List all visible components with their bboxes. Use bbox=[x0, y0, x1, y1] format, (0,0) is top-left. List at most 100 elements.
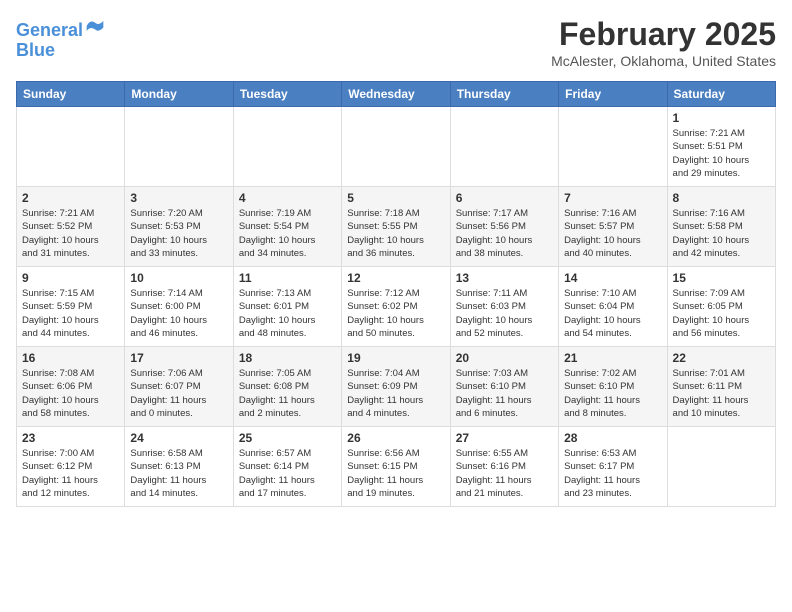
calendar-cell: 15 Sunrise: 7:09 AM Sunset: 6:05 PM Dayli… bbox=[667, 267, 775, 347]
day-number: 8 bbox=[673, 191, 770, 205]
calendar-cell bbox=[342, 107, 450, 187]
day-info: Sunrise: 7:10 AM Sunset: 6:04 PM Dayligh… bbox=[564, 287, 661, 340]
day-info: Sunrise: 7:21 AM Sunset: 5:52 PM Dayligh… bbox=[22, 207, 119, 260]
day-info: Sunrise: 7:06 AM Sunset: 6:07 PM Dayligh… bbox=[130, 367, 227, 420]
logo-text: General Blue bbox=[16, 16, 105, 61]
day-number: 6 bbox=[456, 191, 553, 205]
day-info: Sunrise: 7:03 AM Sunset: 6:10 PM Dayligh… bbox=[456, 367, 553, 420]
day-info: Sunrise: 6:56 AM Sunset: 6:15 PM Dayligh… bbox=[347, 447, 444, 500]
day-number: 16 bbox=[22, 351, 119, 365]
day-number: 11 bbox=[239, 271, 336, 285]
day-number: 2 bbox=[22, 191, 119, 205]
day-number: 23 bbox=[22, 431, 119, 445]
day-info: Sunrise: 6:58 AM Sunset: 6:13 PM Dayligh… bbox=[130, 447, 227, 500]
day-info: Sunrise: 7:17 AM Sunset: 5:56 PM Dayligh… bbox=[456, 207, 553, 260]
calendar-cell bbox=[450, 107, 558, 187]
day-header-wednesday: Wednesday bbox=[342, 82, 450, 107]
calendar-cell: 1 Sunrise: 7:21 AM Sunset: 5:51 PM Daylig… bbox=[667, 107, 775, 187]
day-header-tuesday: Tuesday bbox=[233, 82, 341, 107]
day-info: Sunrise: 7:18 AM Sunset: 5:55 PM Dayligh… bbox=[347, 207, 444, 260]
day-info: Sunrise: 7:16 AM Sunset: 5:58 PM Dayligh… bbox=[673, 207, 770, 260]
day-number: 13 bbox=[456, 271, 553, 285]
day-number: 18 bbox=[239, 351, 336, 365]
day-number: 20 bbox=[456, 351, 553, 365]
day-header-sunday: Sunday bbox=[17, 82, 125, 107]
calendar-cell: 16 Sunrise: 7:08 AM Sunset: 6:06 PM Dayli… bbox=[17, 347, 125, 427]
day-header-saturday: Saturday bbox=[667, 82, 775, 107]
calendar-cell: 4 Sunrise: 7:19 AM Sunset: 5:54 PM Daylig… bbox=[233, 187, 341, 267]
calendar-cell: 22 Sunrise: 7:01 AM Sunset: 6:11 PM Dayli… bbox=[667, 347, 775, 427]
day-number: 26 bbox=[347, 431, 444, 445]
calendar-cell bbox=[125, 107, 233, 187]
calendar-cell: 2 Sunrise: 7:21 AM Sunset: 5:52 PM Daylig… bbox=[17, 187, 125, 267]
day-number: 24 bbox=[130, 431, 227, 445]
day-number: 9 bbox=[22, 271, 119, 285]
day-info: Sunrise: 7:14 AM Sunset: 6:00 PM Dayligh… bbox=[130, 287, 227, 340]
calendar-cell: 10 Sunrise: 7:14 AM Sunset: 6:00 PM Dayli… bbox=[125, 267, 233, 347]
day-info: Sunrise: 7:21 AM Sunset: 5:51 PM Dayligh… bbox=[673, 127, 770, 180]
calendar-cell: 12 Sunrise: 7:12 AM Sunset: 6:02 PM Dayli… bbox=[342, 267, 450, 347]
day-info: Sunrise: 7:01 AM Sunset: 6:11 PM Dayligh… bbox=[673, 367, 770, 420]
day-number: 19 bbox=[347, 351, 444, 365]
calendar-table: SundayMondayTuesdayWednesdayThursdayFrid… bbox=[16, 81, 776, 507]
calendar-cell: 19 Sunrise: 7:04 AM Sunset: 6:09 PM Dayli… bbox=[342, 347, 450, 427]
day-number: 17 bbox=[130, 351, 227, 365]
calendar-cell: 18 Sunrise: 7:05 AM Sunset: 6:08 PM Dayli… bbox=[233, 347, 341, 427]
day-info: Sunrise: 7:04 AM Sunset: 6:09 PM Dayligh… bbox=[347, 367, 444, 420]
day-info: Sunrise: 7:20 AM Sunset: 5:53 PM Dayligh… bbox=[130, 207, 227, 260]
month-title: February 2025 bbox=[551, 16, 776, 53]
day-info: Sunrise: 7:11 AM Sunset: 6:03 PM Dayligh… bbox=[456, 287, 553, 340]
calendar-header-row: SundayMondayTuesdayWednesdayThursdayFrid… bbox=[17, 82, 776, 107]
calendar-cell: 9 Sunrise: 7:15 AM Sunset: 5:59 PM Daylig… bbox=[17, 267, 125, 347]
location: McAlester, Oklahoma, United States bbox=[551, 53, 776, 69]
day-info: Sunrise: 7:19 AM Sunset: 5:54 PM Dayligh… bbox=[239, 207, 336, 260]
calendar-cell: 20 Sunrise: 7:03 AM Sunset: 6:10 PM Dayli… bbox=[450, 347, 558, 427]
calendar-cell: 24 Sunrise: 6:58 AM Sunset: 6:13 PM Dayli… bbox=[125, 427, 233, 507]
day-info: Sunrise: 7:13 AM Sunset: 6:01 PM Dayligh… bbox=[239, 287, 336, 340]
calendar-cell: 6 Sunrise: 7:17 AM Sunset: 5:56 PM Daylig… bbox=[450, 187, 558, 267]
calendar-cell: 13 Sunrise: 7:11 AM Sunset: 6:03 PM Dayli… bbox=[450, 267, 558, 347]
calendar-week-5: 23 Sunrise: 7:00 AM Sunset: 6:12 PM Dayli… bbox=[17, 427, 776, 507]
day-number: 4 bbox=[239, 191, 336, 205]
calendar-week-2: 2 Sunrise: 7:21 AM Sunset: 5:52 PM Daylig… bbox=[17, 187, 776, 267]
day-info: Sunrise: 7:08 AM Sunset: 6:06 PM Dayligh… bbox=[22, 367, 119, 420]
day-number: 22 bbox=[673, 351, 770, 365]
calendar-cell: 28Sunrise: 6:53 AM Sunset: 6:17 PM Dayli… bbox=[559, 427, 667, 507]
day-info: Sunrise: 7:09 AM Sunset: 6:05 PM Dayligh… bbox=[673, 287, 770, 340]
calendar-cell bbox=[233, 107, 341, 187]
calendar-cell: 23 Sunrise: 7:00 AM Sunset: 6:12 PM Dayli… bbox=[17, 427, 125, 507]
day-header-monday: Monday bbox=[125, 82, 233, 107]
calendar-week-3: 9 Sunrise: 7:15 AM Sunset: 5:59 PM Daylig… bbox=[17, 267, 776, 347]
day-number: 3 bbox=[130, 191, 227, 205]
calendar-cell: 25Sunrise: 6:57 AM Sunset: 6:14 PM Dayli… bbox=[233, 427, 341, 507]
day-info: Sunrise: 7:00 AM Sunset: 6:12 PM Dayligh… bbox=[22, 447, 119, 500]
calendar-cell: 17 Sunrise: 7:06 AM Sunset: 6:07 PM Dayli… bbox=[125, 347, 233, 427]
day-info: Sunrise: 6:55 AM Sunset: 6:16 PM Dayligh… bbox=[456, 447, 553, 500]
calendar-cell: 5 Sunrise: 7:18 AM Sunset: 5:55 PM Daylig… bbox=[342, 187, 450, 267]
calendar-cell bbox=[667, 427, 775, 507]
day-info: Sunrise: 7:05 AM Sunset: 6:08 PM Dayligh… bbox=[239, 367, 336, 420]
day-number: 10 bbox=[130, 271, 227, 285]
calendar-cell: 14 Sunrise: 7:10 AM Sunset: 6:04 PM Dayli… bbox=[559, 267, 667, 347]
day-number: 1 bbox=[673, 111, 770, 125]
day-info: Sunrise: 7:16 AM Sunset: 5:57 PM Dayligh… bbox=[564, 207, 661, 260]
title-block: February 2025 McAlester, Oklahoma, Unite… bbox=[551, 16, 776, 69]
calendar-cell: 8 Sunrise: 7:16 AM Sunset: 5:58 PM Daylig… bbox=[667, 187, 775, 267]
day-info: Sunrise: 7:15 AM Sunset: 5:59 PM Dayligh… bbox=[22, 287, 119, 340]
page-header: General Blue February 2025 McAlester, Ok… bbox=[16, 16, 776, 69]
calendar-week-4: 16 Sunrise: 7:08 AM Sunset: 6:06 PM Dayli… bbox=[17, 347, 776, 427]
day-number: 12 bbox=[347, 271, 444, 285]
calendar-cell: 11 Sunrise: 7:13 AM Sunset: 6:01 PM Dayli… bbox=[233, 267, 341, 347]
day-number: 25 bbox=[239, 431, 336, 445]
calendar-cell: 3 Sunrise: 7:20 AM Sunset: 5:53 PM Daylig… bbox=[125, 187, 233, 267]
calendar-cell: 27Sunrise: 6:55 AM Sunset: 6:16 PM Dayli… bbox=[450, 427, 558, 507]
day-number: 14 bbox=[564, 271, 661, 285]
day-number: 5 bbox=[347, 191, 444, 205]
day-info: Sunrise: 7:12 AM Sunset: 6:02 PM Dayligh… bbox=[347, 287, 444, 340]
calendar-cell bbox=[17, 107, 125, 187]
day-number: 7 bbox=[564, 191, 661, 205]
day-number: 15 bbox=[673, 271, 770, 285]
day-info: Sunrise: 6:53 AM Sunset: 6:17 PM Dayligh… bbox=[564, 447, 661, 500]
calendar-cell: 26 Sunrise: 6:56 AM Sunset: 6:15 PM Dayli… bbox=[342, 427, 450, 507]
day-header-thursday: Thursday bbox=[450, 82, 558, 107]
